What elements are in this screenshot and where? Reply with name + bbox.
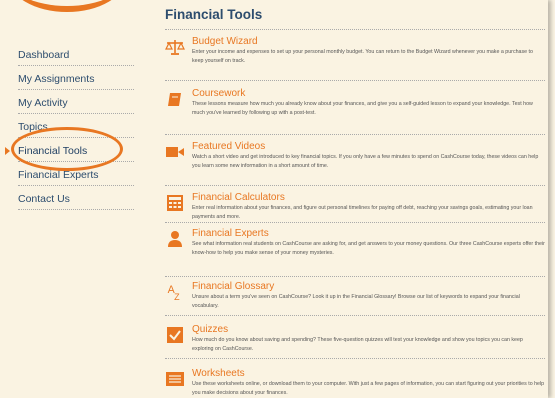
divider xyxy=(165,134,545,135)
worksheet-icon xyxy=(166,372,184,386)
divider xyxy=(165,315,545,316)
calculator-icon xyxy=(167,195,183,211)
tool-description: These lessons measure how much you alrea… xyxy=(192,101,533,116)
sidebar-item-financial-tools[interactable]: Financial Tools xyxy=(5,138,134,162)
sidebar-item-label: Financial Tools xyxy=(18,145,88,157)
video-camera-icon xyxy=(166,147,184,157)
sidebar-item-label: My Assignments xyxy=(18,73,95,85)
tool-title[interactable]: Financial Experts xyxy=(192,228,269,239)
divider xyxy=(165,276,545,277)
divider xyxy=(165,80,545,81)
tool-description: Enter your income and expenses to set up… xyxy=(192,49,533,64)
book-icon xyxy=(168,93,181,106)
app-frame: Dashboard My Assignments My Activity Top… xyxy=(0,0,548,398)
logo-swoosh xyxy=(0,0,135,20)
tool-title[interactable]: Financial Calculators xyxy=(192,192,285,203)
sidebar-item-financial-experts[interactable]: Financial Experts xyxy=(18,162,134,186)
tool-title[interactable]: Budget Wizard xyxy=(192,36,258,47)
tool-title[interactable]: Financial Glossary xyxy=(192,281,274,292)
divider xyxy=(165,358,545,359)
sidebar-item-my-activity[interactable]: My Activity xyxy=(18,90,134,114)
scales-icon xyxy=(165,40,185,55)
divider xyxy=(165,185,545,186)
checkbox-icon xyxy=(167,327,183,343)
a-to-z-icon: A Z xyxy=(168,284,181,301)
sidebar-item-label: Topics xyxy=(18,121,48,133)
person-icon xyxy=(168,231,182,247)
sidebar-item-label: My Activity xyxy=(18,97,68,109)
tool-description: Unsure about a term you've seen on CashC… xyxy=(192,294,520,309)
sidebar-item-topics[interactable]: Topics xyxy=(18,114,134,138)
tool-title[interactable]: Worksheets xyxy=(192,368,245,379)
sidebar-item-label: Dashboard xyxy=(18,49,70,61)
sidebar-item-dashboard[interactable]: Dashboard xyxy=(18,42,134,66)
tool-description: See what information real students on Ca… xyxy=(192,241,545,256)
tool-description: Watch a short video and get introduced t… xyxy=(192,154,539,169)
tool-title[interactable]: Featured Videos xyxy=(192,141,265,152)
tool-title[interactable]: Coursework xyxy=(192,88,245,99)
sidebar-item-contact-us[interactable]: Contact Us xyxy=(18,186,134,210)
sidebar-item-label: Financial Experts xyxy=(18,169,99,181)
tool-title[interactable]: Quizzes xyxy=(192,324,228,335)
sidebar-item-my-assignments[interactable]: My Assignments xyxy=(18,66,134,90)
divider xyxy=(165,222,545,223)
page-title: Financial Tools xyxy=(165,7,545,30)
active-arrow-icon xyxy=(5,147,10,155)
tool-description: Use these worksheets online, or download… xyxy=(192,381,545,396)
svg-text:Z: Z xyxy=(174,292,180,301)
tool-description: How much do you know about saving and sp… xyxy=(192,337,523,352)
tool-description: Enter real information about your financ… xyxy=(192,205,533,220)
sidebar-nav: Dashboard My Assignments My Activity Top… xyxy=(5,42,134,210)
main-content: Financial Tools Budget Wizard Enter your… xyxy=(165,0,545,396)
sidebar-item-label: Contact Us xyxy=(18,193,70,205)
